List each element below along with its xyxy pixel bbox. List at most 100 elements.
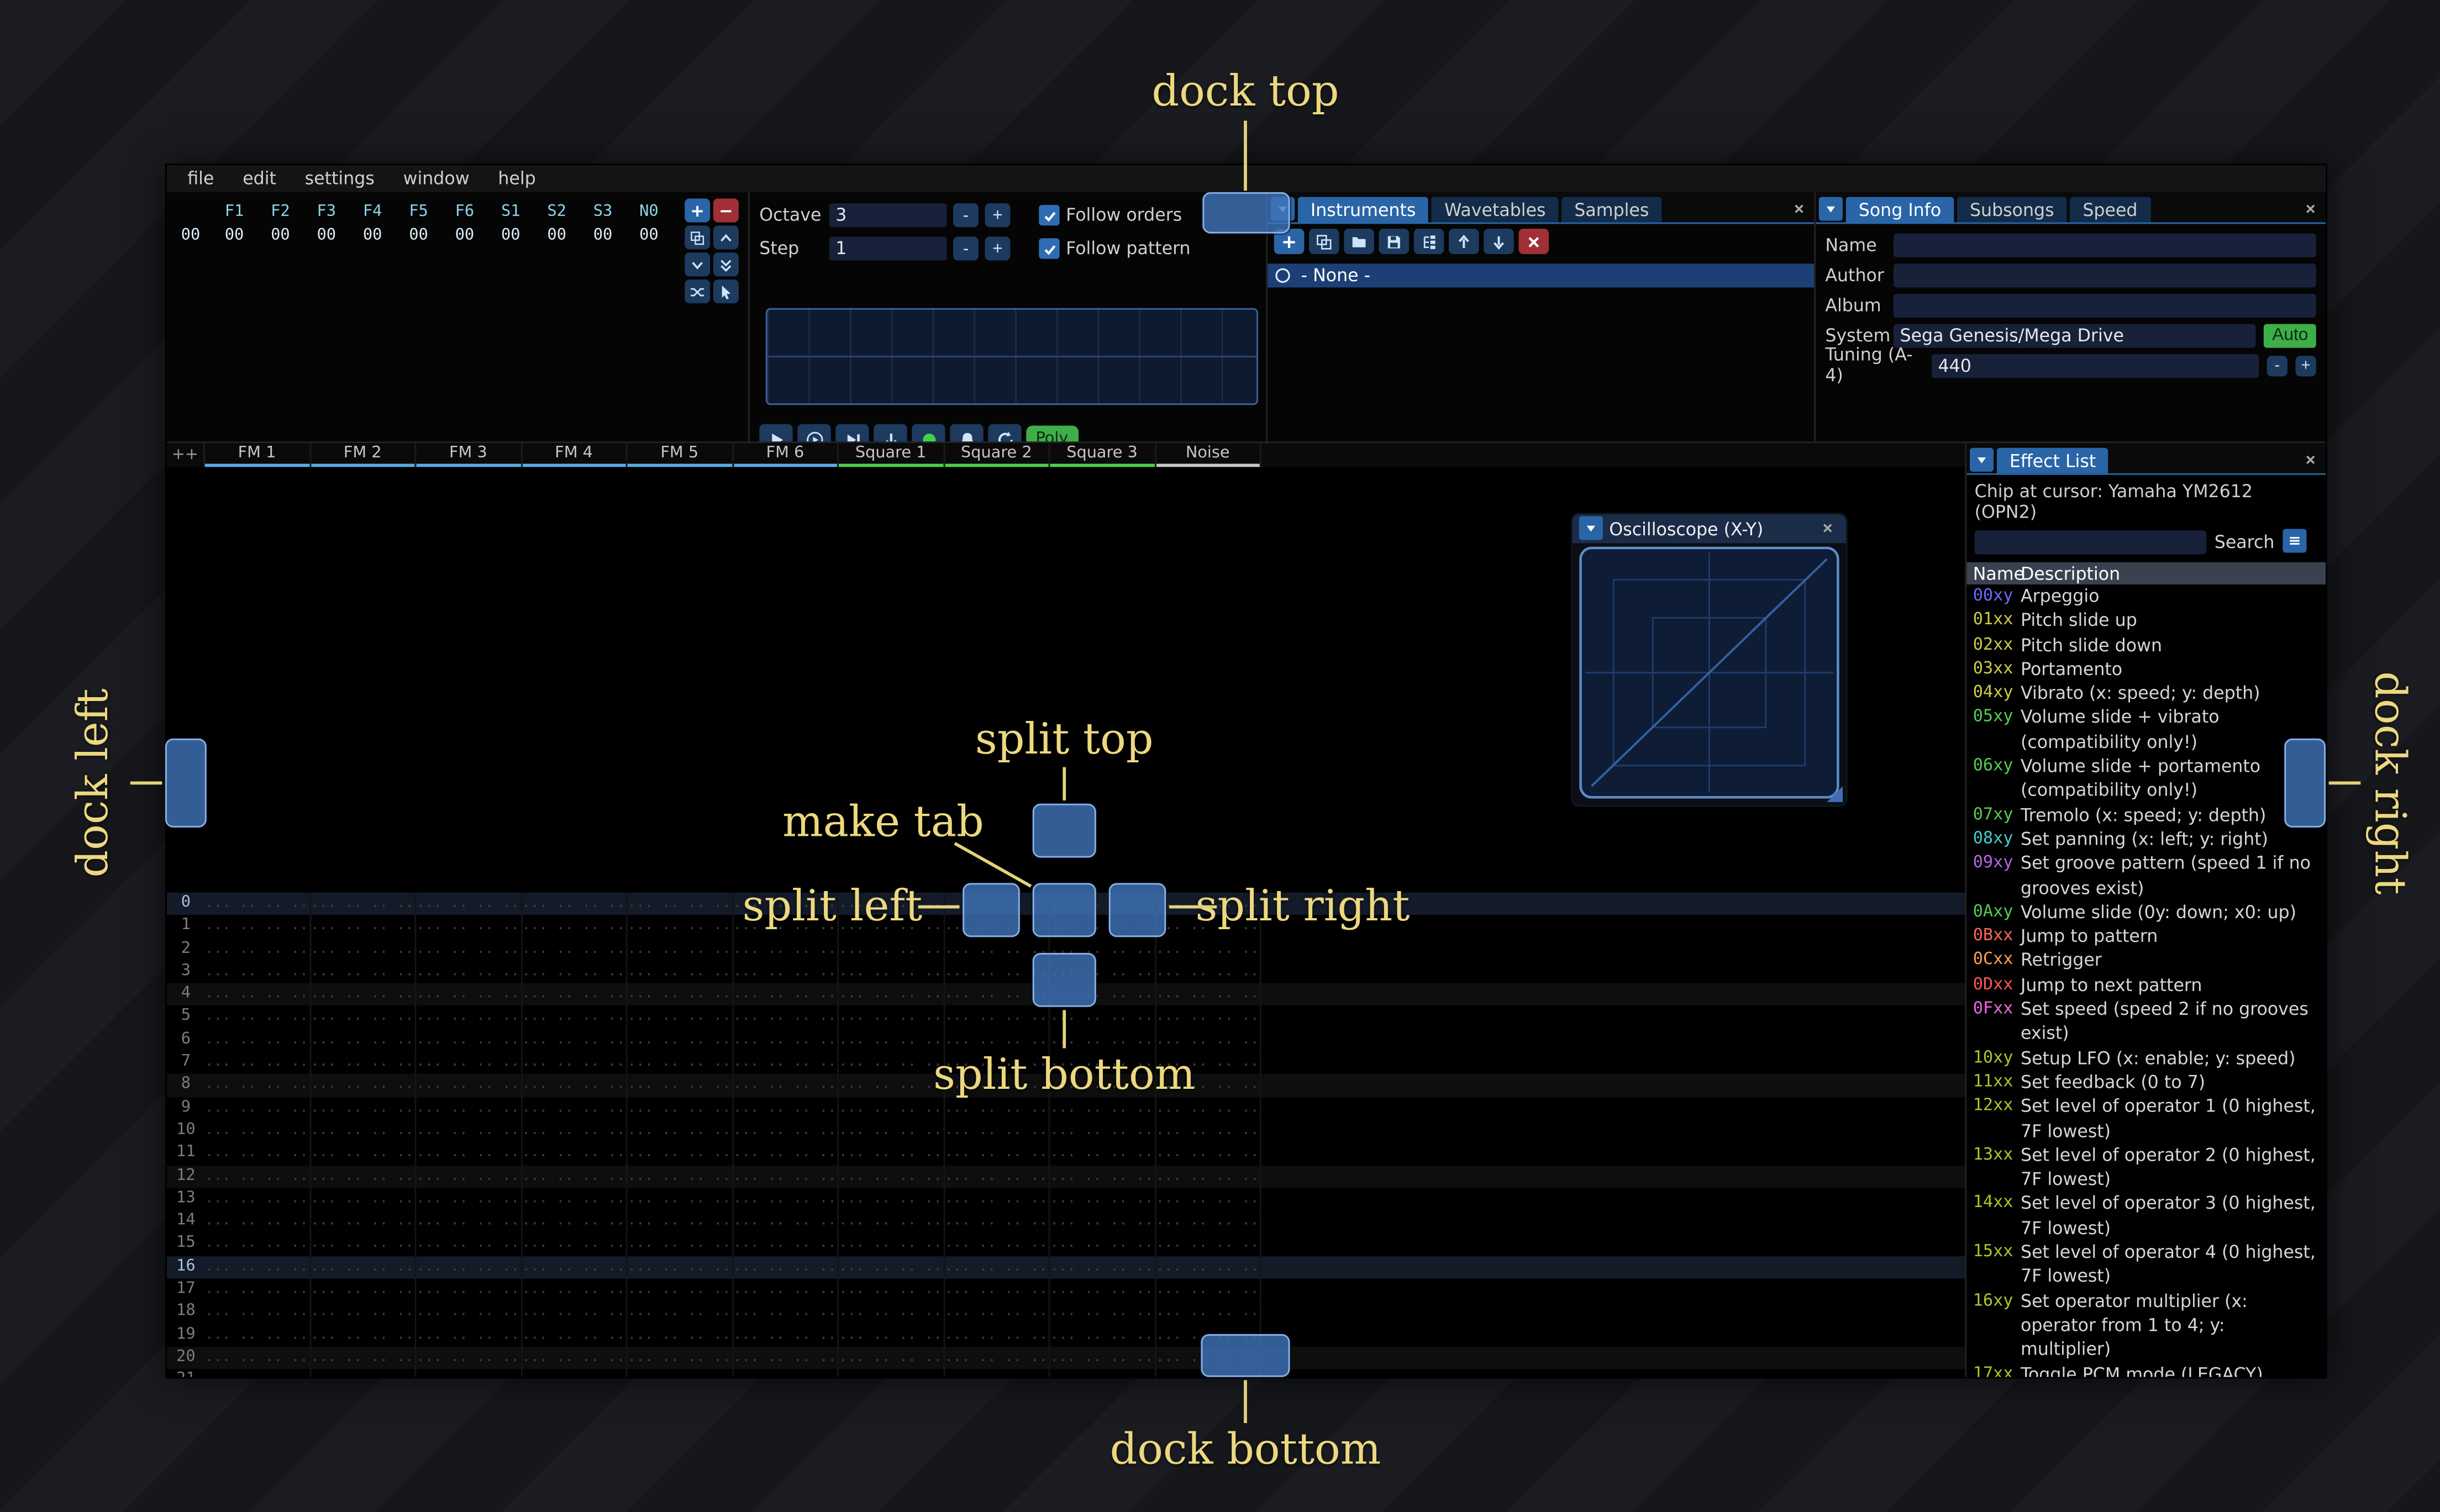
pattern-cell[interactable]: ... .. .. ...: [311, 1346, 417, 1369]
pattern-cell[interactable]: ... .. .. ...: [205, 1165, 311, 1188]
pattern-cell[interactable]: ... .. .. ...: [733, 1210, 839, 1234]
pattern-cell[interactable]: ... .. .. ...: [733, 1097, 839, 1120]
pattern-cell[interactable]: ... .. .. ...: [311, 1278, 417, 1302]
effect-item-08xy[interactable]: 08xy Set panning (x: left; y: right): [1966, 828, 2326, 852]
menu-window[interactable]: window: [389, 168, 484, 189]
pattern-cell[interactable]: ... .. .. ...: [1156, 983, 1261, 1007]
order-value[interactable]: 00: [441, 227, 487, 245]
instrument-folders-button[interactable]: [1413, 229, 1444, 254]
pattern-cell[interactable]: ... .. .. ...: [1156, 961, 1261, 984]
pattern-cell[interactable]: ... .. .. ...: [628, 983, 733, 1007]
pattern-cell[interactable]: ... .. .. ...: [628, 1233, 733, 1256]
pattern-cell[interactable]: ... .. .. ...: [416, 1006, 522, 1029]
pattern-cell[interactable]: ... .. .. ...: [311, 1142, 417, 1165]
order-value[interactable]: 00: [257, 227, 303, 245]
pattern-cell[interactable]: ... .. .. ...: [1156, 1256, 1261, 1279]
pattern-cell[interactable]: ... .. .. ...: [944, 1097, 1050, 1120]
pattern-cell[interactable]: ... .. .. ...: [311, 1119, 417, 1142]
effect-item-13xx[interactable]: 13xx Set level of operator 2 (0 highest, …: [1966, 1144, 2326, 1192]
split-left-target[interactable]: [963, 883, 1020, 937]
pattern-cell[interactable]: ... .. .. ...: [205, 1210, 311, 1234]
pattern-cell[interactable]: ... .. .. ...: [205, 983, 311, 1007]
delete-instrument-button[interactable]: [1518, 229, 1549, 254]
pattern-cell[interactable]: ... .. .. ...: [205, 915, 311, 938]
pattern-cell[interactable]: ... .. .. ...: [1050, 1256, 1156, 1279]
pattern-cell[interactable]: ... .. .. ...: [311, 1233, 417, 1256]
effect-item-01xx[interactable]: 01xx Pitch slide up: [1966, 609, 2326, 633]
song-info-tab-speed[interactable]: Speed: [2070, 197, 2150, 223]
add-order-button[interactable]: [685, 198, 711, 223]
pattern-cell[interactable]: ... .. .. ...: [733, 1188, 839, 1211]
effect-search-input[interactable]: [1974, 529, 2207, 554]
pattern-cell[interactable]: ... .. .. ...: [416, 1119, 522, 1142]
pattern-cell[interactable]: ... .. .. ...: [1050, 1301, 1156, 1324]
pattern-cell[interactable]: ... .. .. ...: [416, 1074, 522, 1097]
pattern-cell[interactable]: ... .. .. ...: [205, 1051, 311, 1074]
pattern-cell[interactable]: ... .. .. ...: [628, 1165, 733, 1188]
pattern-cell[interactable]: ... .. .. ...: [416, 1301, 522, 1324]
pattern-cell[interactable]: ... .. .. ...: [1050, 1324, 1156, 1347]
dock-left-target[interactable]: [165, 738, 207, 828]
channel-header-square-3[interactable]: Square 3: [1050, 443, 1156, 467]
tuning-field[interactable]: 440: [1932, 353, 2259, 377]
pattern-cell[interactable]: ... .. .. ...: [944, 1006, 1050, 1029]
pattern-cell[interactable]: ... .. .. ...: [311, 1210, 417, 1234]
pattern-cell[interactable]: ... .. .. ...: [628, 1006, 733, 1029]
pattern-cell[interactable]: ... .. .. ...: [628, 1324, 733, 1347]
pattern-cell[interactable]: ... .. .. ...: [839, 1346, 945, 1369]
effect-item-15xx[interactable]: 15xx Set level of operator 4 (0 highest, …: [1966, 1240, 2326, 1289]
pattern-cell[interactable]: ... .. .. ...: [944, 1369, 1050, 1377]
pattern-cell[interactable]: ... .. .. ...: [628, 937, 733, 961]
pattern-cell[interactable]: ... .. .. ...: [205, 1119, 311, 1142]
pattern-cell[interactable]: ... .. .. ...: [628, 915, 733, 938]
instrument-list-item[interactable]: - None -: [1268, 264, 1815, 288]
pattern-cell[interactable]: ... .. .. ...: [311, 1188, 417, 1211]
pattern-cell[interactable]: ... .. .. ...: [628, 1301, 733, 1324]
tuning-decrease-button[interactable]: -: [2267, 355, 2288, 376]
pattern-cell[interactable]: ... .. .. ...: [839, 983, 945, 1007]
instruments-close-button[interactable]: [1787, 197, 1811, 221]
pattern-cell[interactable]: ... .. .. ...: [1050, 1369, 1156, 1377]
pattern-cell[interactable]: ... .. .. ...: [311, 1051, 417, 1074]
pattern-cell[interactable]: ... .. .. ...: [628, 1346, 733, 1369]
pattern-cell[interactable]: ... .. .. ...: [839, 1233, 945, 1256]
effect-item-0Fxx[interactable]: 0Fxx Set speed (speed 2 if no grooves exi…: [1966, 998, 2326, 1046]
pattern-cell[interactable]: ... .. .. ...: [628, 1210, 733, 1234]
pattern-cell[interactable]: ... .. .. ...: [416, 1029, 522, 1052]
album-field[interactable]: [1894, 293, 2316, 317]
pattern-cell[interactable]: ... .. .. ...: [1156, 1210, 1261, 1234]
pattern-cell[interactable]: ... .. .. ...: [416, 961, 522, 984]
pattern-cell[interactable]: ... .. .. ...: [839, 1188, 945, 1211]
pattern-cell[interactable]: ... .. .. ...: [416, 892, 522, 915]
pattern-cell[interactable]: ... .. .. ...: [205, 937, 311, 961]
pattern-cell[interactable]: ... .. .. ...: [205, 892, 311, 915]
remove-order-button[interactable]: [713, 198, 739, 223]
effect-item-06xy[interactable]: 06xy Volume slide + portamento (compatibi…: [1966, 755, 2326, 803]
pattern-cell[interactable]: ... .. .. ...: [944, 1278, 1050, 1302]
order-value[interactable]: 00: [488, 227, 534, 245]
pattern-cell[interactable]: ... .. .. ...: [944, 1029, 1050, 1052]
pattern-cell[interactable]: ... .. .. ...: [839, 1324, 945, 1347]
oscilloscope-title-bar[interactable]: Oscilloscope (X-Y): [1573, 514, 1846, 544]
pattern-cell[interactable]: ... .. .. ...: [311, 1097, 417, 1120]
pattern-cell[interactable]: ... .. .. ...: [205, 1256, 311, 1279]
pattern-cell[interactable]: ... .. .. ...: [416, 1369, 522, 1377]
move-instrument-down-button[interactable]: [1484, 229, 1514, 254]
effect-list-close-button[interactable]: [2299, 448, 2322, 472]
pattern-cell[interactable]: ... .. .. ...: [1050, 1210, 1156, 1234]
effect-item-09xy[interactable]: 09xy Set groove pattern (speed 1 if no gr…: [1966, 852, 2326, 900]
pattern-cell[interactable]: ... .. .. ...: [733, 1301, 839, 1324]
song-info-tab-song-info[interactable]: Song Info: [1845, 197, 1954, 223]
pattern-cell[interactable]: ... .. .. ...: [416, 983, 522, 1007]
pattern-cell[interactable]: ... .. .. ...: [839, 1142, 945, 1165]
order-change-mode-button[interactable]: [685, 280, 711, 304]
step-row-button[interactable]: [874, 424, 907, 442]
pattern-cell[interactable]: ... .. .. ...: [944, 1119, 1050, 1142]
instruments-tab-samples[interactable]: Samples: [1561, 197, 1662, 223]
pattern-cell[interactable]: ... .. .. ...: [522, 1256, 628, 1279]
channel-header-fm-6[interactable]: FM 6: [733, 443, 839, 467]
pattern-cell[interactable]: ... .. .. ...: [733, 1233, 839, 1256]
pattern-cell[interactable]: ... .. .. ...: [1156, 1301, 1261, 1324]
duplicate-instrument-button[interactable]: [1309, 229, 1339, 254]
pattern-cell[interactable]: ... .. .. ...: [416, 1233, 522, 1256]
